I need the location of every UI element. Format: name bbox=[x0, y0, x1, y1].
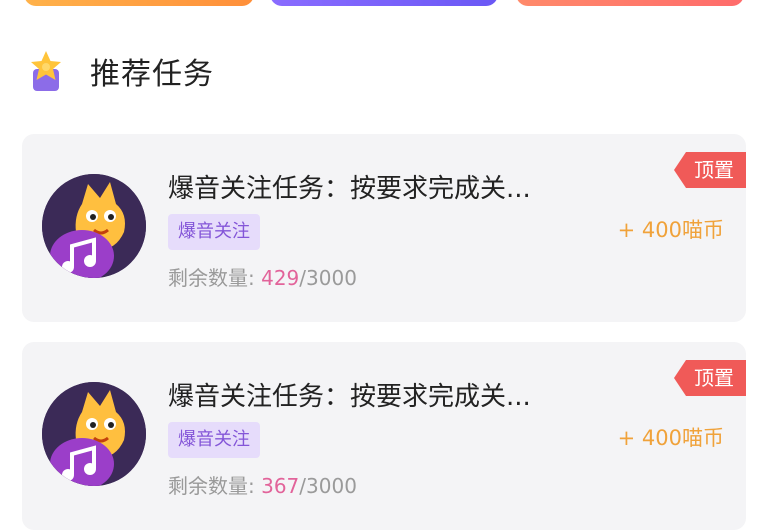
cat-music-avatar-icon bbox=[42, 382, 146, 486]
cat-music-avatar-icon bbox=[42, 174, 146, 278]
top-category-button-2[interactable] bbox=[270, 0, 498, 6]
reward-amount: + 400喵币 bbox=[617, 426, 724, 450]
section-header: 推荐任务 bbox=[26, 46, 214, 96]
top-category-button-1[interactable] bbox=[24, 0, 254, 6]
remaining-label: 剩余数量: bbox=[168, 266, 262, 290]
task-tag: 爆音关注 bbox=[168, 214, 260, 250]
task-remaining: 剩余数量: 367/3000 bbox=[168, 470, 357, 499]
task-card[interactable]: 爆音关注任务：按要求完成关... 爆音关注 剩余数量: 429/3000 顶置 … bbox=[22, 134, 746, 322]
task-title: 爆音关注任务：按要求完成关... bbox=[168, 382, 531, 412]
remaining-total: 3000 bbox=[306, 266, 357, 290]
star-trophy-icon bbox=[26, 49, 66, 93]
remaining-count: 429 bbox=[261, 266, 300, 290]
top-category-button-3[interactable] bbox=[516, 0, 744, 6]
remaining-label: 剩余数量: bbox=[168, 474, 262, 498]
pin-badge: 顶置 bbox=[674, 152, 746, 188]
remaining-total: 3000 bbox=[306, 474, 357, 498]
task-remaining: 剩余数量: 429/3000 bbox=[168, 262, 357, 291]
task-tag: 爆音关注 bbox=[168, 422, 260, 458]
section-title: 推荐任务 bbox=[90, 57, 214, 92]
task-title: 爆音关注任务：按要求完成关... bbox=[168, 174, 531, 204]
reward-amount: + 400喵币 bbox=[617, 218, 724, 242]
pin-badge: 顶置 bbox=[674, 360, 746, 396]
task-card[interactable]: 爆音关注任务：按要求完成关... 爆音关注 剩余数量: 367/3000 顶置 … bbox=[22, 342, 746, 530]
remaining-count: 367 bbox=[261, 474, 300, 498]
